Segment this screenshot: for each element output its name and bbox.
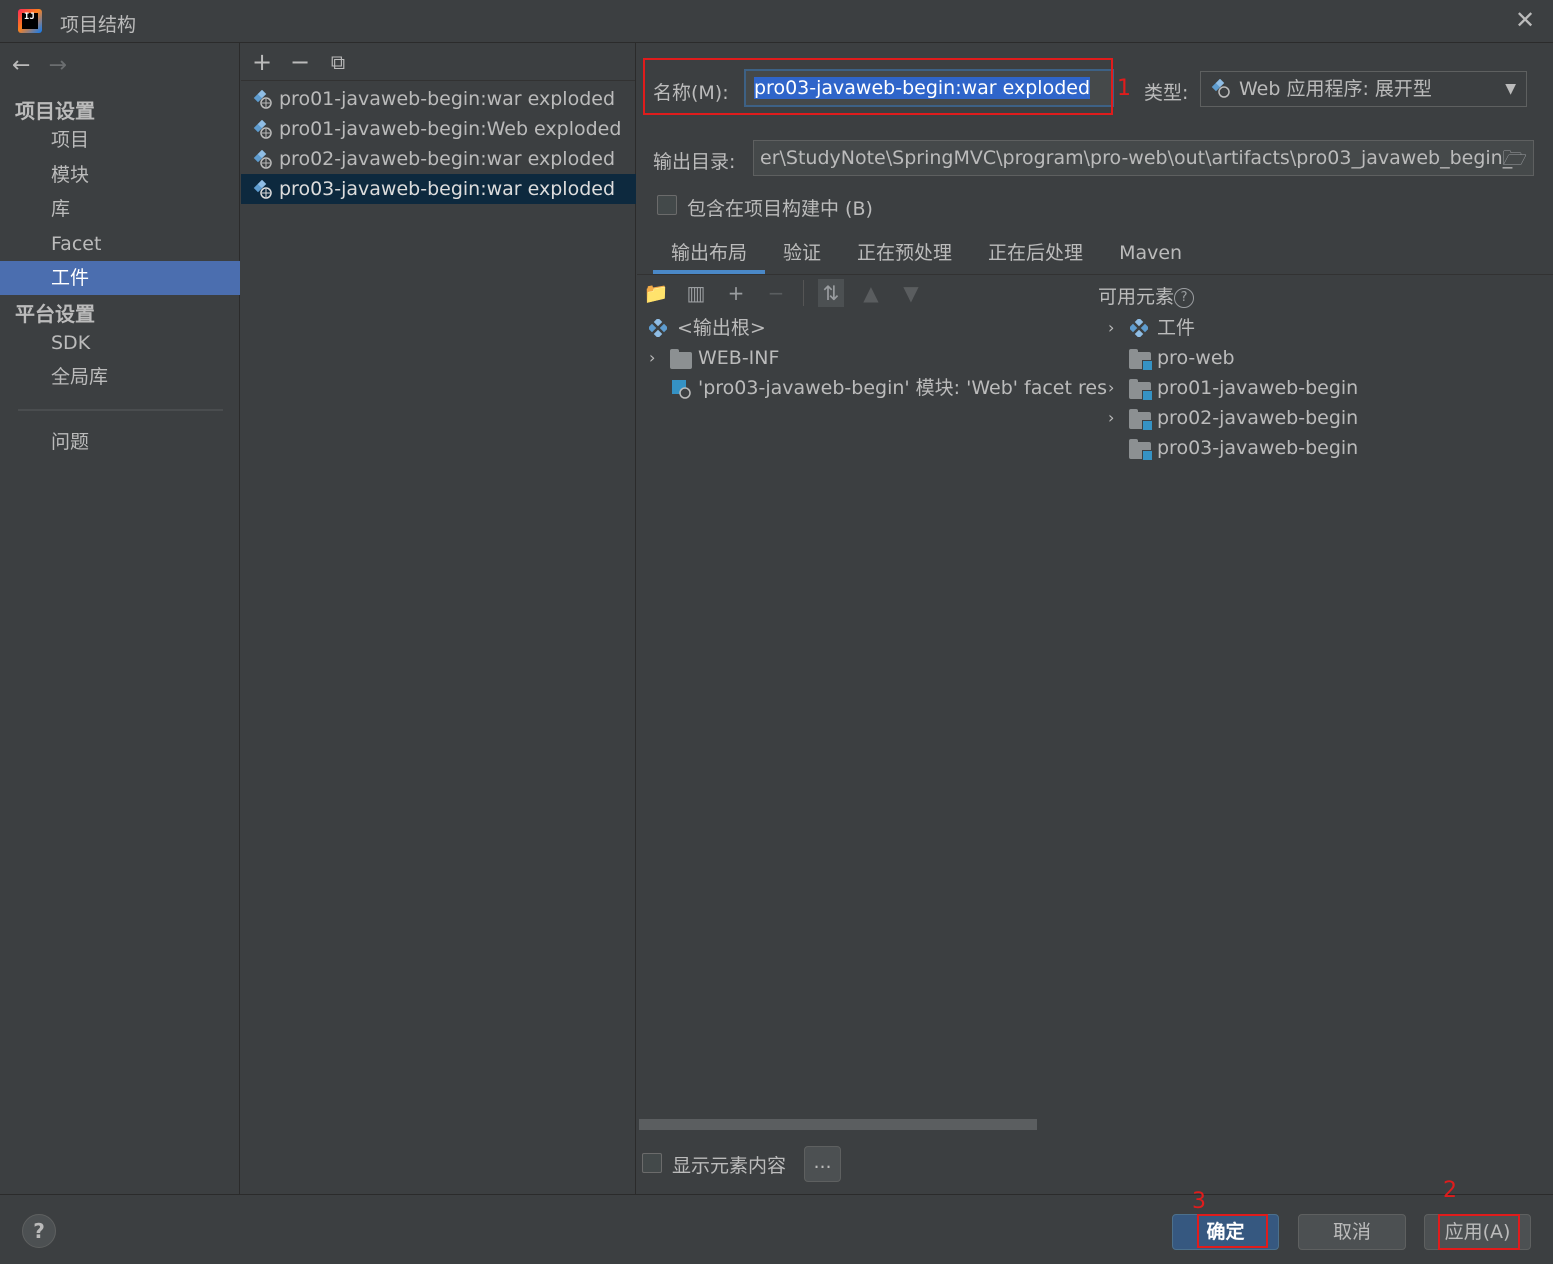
include-in-build-checkbox[interactable] — [657, 195, 677, 215]
nav-item-project[interactable]: 项目 — [0, 123, 240, 157]
web-artifact-icon — [253, 180, 272, 199]
artifact-item[interactable]: pro01-javaweb-begin:war exploded — [241, 84, 636, 114]
facet-resource-icon — [672, 380, 691, 399]
more-options-button[interactable]: ... — [804, 1146, 841, 1182]
artifact-toolbar: + − ⧉ — [241, 43, 635, 81]
move-down-icon[interactable]: ▼ — [898, 279, 924, 307]
copy-artifact-button[interactable]: ⧉ — [327, 50, 349, 74]
window-title: 项目结构 — [60, 14, 137, 36]
tab-postprocessing[interactable]: 正在后处理 — [970, 234, 1101, 274]
tab-bar: 输出布局 验证 正在预处理 正在后处理 Maven — [653, 234, 1200, 274]
sort-icon[interactable]: ⇅ — [818, 279, 844, 307]
annotation-box-1 — [643, 58, 1113, 115]
title-bar: IJ 项目结构 ✕ — [0, 0, 1553, 43]
type-select[interactable]: Web 应用程序: 展开型 ▼ — [1200, 71, 1527, 107]
nav-item-global-libraries[interactable]: 全局库 — [0, 360, 240, 394]
chevron-right-icon[interactable]: › — [649, 343, 655, 373]
forward-arrow-icon: → — [48, 53, 67, 78]
nav-item-modules[interactable]: 模块 — [0, 158, 240, 192]
web-artifact-icon — [253, 150, 272, 169]
add-copy-icon[interactable]: + — [723, 279, 749, 307]
artifact-details: 名称(M): pro03-javaweb-begin:war exploded … — [637, 43, 1553, 1194]
back-arrow-icon[interactable]: ← — [12, 53, 30, 78]
chevron-right-icon[interactable]: › — [1108, 403, 1114, 433]
artifact-list-panel: + − ⧉ pro01-javaweb-begin:war exploded p… — [241, 43, 636, 1194]
tree-node-facet-resources[interactable]: 'pro03-javaweb-begin' 模块: 'Web' facet re… — [637, 373, 1107, 403]
chevron-right-icon[interactable]: › — [1108, 313, 1114, 343]
available-elements-tree: › 工件 pro-web › pro01-javaweb-begin › pro… — [1098, 313, 1548, 463]
available-item-artifacts[interactable]: › 工件 — [1098, 313, 1548, 343]
tree-node-output-root[interactable]: <输出根> — [637, 313, 1097, 343]
tab-preprocessing[interactable]: 正在预处理 — [839, 234, 970, 274]
show-content-checkbox[interactable] — [642, 1153, 662, 1173]
annotation-number-2: 2 — [1443, 1178, 1457, 1203]
artifact-diamond-icon — [1130, 319, 1148, 337]
move-up-icon[interactable]: ▲ — [858, 279, 884, 307]
help-icon[interactable]: ? — [1174, 287, 1195, 308]
project-settings-header: 项目设置 — [15, 99, 95, 123]
help-button[interactable]: ? — [22, 1214, 56, 1248]
available-item-pro01[interactable]: › pro01-javaweb-begin — [1098, 373, 1548, 403]
tab-output-layout[interactable]: 输出布局 — [653, 234, 766, 274]
annotation-box-3 — [1197, 1214, 1268, 1248]
available-elements-label: 可用元素? — [1098, 282, 1195, 309]
artifact-list: pro01-javaweb-begin:war exploded pro01-j… — [241, 81, 636, 204]
nav-divider — [18, 409, 223, 411]
output-dir-label: 输出目录: — [653, 151, 736, 173]
tree-node-web-inf[interactable]: › WEB-INF — [637, 343, 1097, 373]
nav-item-artifacts[interactable]: 工件 — [0, 261, 240, 295]
annotation-number-1: 1 — [1117, 76, 1131, 101]
remove-icon[interactable]: − — [763, 279, 789, 307]
tab-validation[interactable]: 验证 — [765, 234, 839, 274]
chevron-down-icon: ▼ — [1505, 81, 1516, 97]
settings-nav: ← → 项目设置 项目 模块 库 Facet 工件 平台设置 SDK 全局库 问… — [0, 43, 240, 1194]
available-item-pro02[interactable]: › pro02-javaweb-begin — [1098, 403, 1548, 433]
nav-item-facet[interactable]: Facet — [0, 227, 240, 261]
platform-settings-header: 平台设置 — [15, 302, 95, 326]
module-folder-icon — [1129, 379, 1153, 401]
available-item-pro03[interactable]: pro03-javaweb-begin — [1098, 433, 1548, 463]
nav-item-libraries[interactable]: 库 — [0, 192, 240, 226]
close-icon[interactable]: ✕ — [1511, 6, 1539, 34]
tab-maven[interactable]: Maven — [1101, 234, 1200, 274]
web-artifact-icon — [253, 90, 272, 109]
remove-artifact-button[interactable]: − — [289, 48, 311, 76]
chevron-right-icon[interactable]: › — [1108, 373, 1114, 403]
show-content-label: 显示元素内容 — [672, 1155, 787, 1177]
module-folder-icon — [1129, 409, 1153, 431]
new-archive-icon[interactable]: ▥ — [683, 279, 709, 307]
output-dir-input[interactable]: er\StudyNote\SpringMVC\program\pro-web\o… — [753, 140, 1534, 176]
dialog-footer: ? 3 确定 取消 2 应用(A) — [0, 1178, 1553, 1264]
artifact-diamond-icon — [649, 319, 667, 337]
nav-item-problems[interactable]: 问题 — [0, 425, 240, 459]
web-artifact-icon — [253, 120, 272, 139]
type-label: 类型: — [1144, 82, 1189, 104]
browse-folder-icon[interactable]: 🗁 — [1502, 141, 1527, 175]
cancel-button[interactable]: 取消 — [1298, 1214, 1406, 1250]
nav-item-sdk[interactable]: SDK — [0, 326, 240, 360]
artifact-item[interactable]: pro02-javaweb-begin:war exploded — [241, 144, 636, 174]
add-artifact-button[interactable]: + — [251, 48, 273, 76]
module-folder-icon — [1129, 349, 1153, 371]
horizontal-scrollbar[interactable] — [639, 1119, 1037, 1130]
available-item-pro-web[interactable]: pro-web — [1098, 343, 1548, 373]
web-artifact-icon — [1211, 79, 1230, 98]
artifact-item[interactable]: pro01-javaweb-begin:Web exploded — [241, 114, 636, 144]
toolbar-separator — [803, 280, 804, 306]
annotation-number-3: 3 — [1192, 1189, 1206, 1214]
annotation-box-2 — [1438, 1214, 1520, 1250]
artifact-item-selected[interactable]: pro03-javaweb-begin:war exploded — [241, 174, 636, 204]
new-directory-icon[interactable]: 📁 — [643, 279, 669, 307]
intellij-logo-icon: IJ — [18, 9, 42, 33]
layout-toolbar: 📁 ▥ + − ⇅ ▲ ▼ — [643, 277, 924, 309]
tabs-divider — [637, 274, 1553, 275]
folder-icon — [670, 349, 692, 369]
include-in-build-label: 包含在项目构建中 (B) — [687, 198, 873, 220]
module-folder-icon — [1129, 439, 1153, 461]
output-layout-tree: <输出根> › WEB-INF 'pro03-javaweb-begin' 模块… — [637, 313, 1107, 403]
